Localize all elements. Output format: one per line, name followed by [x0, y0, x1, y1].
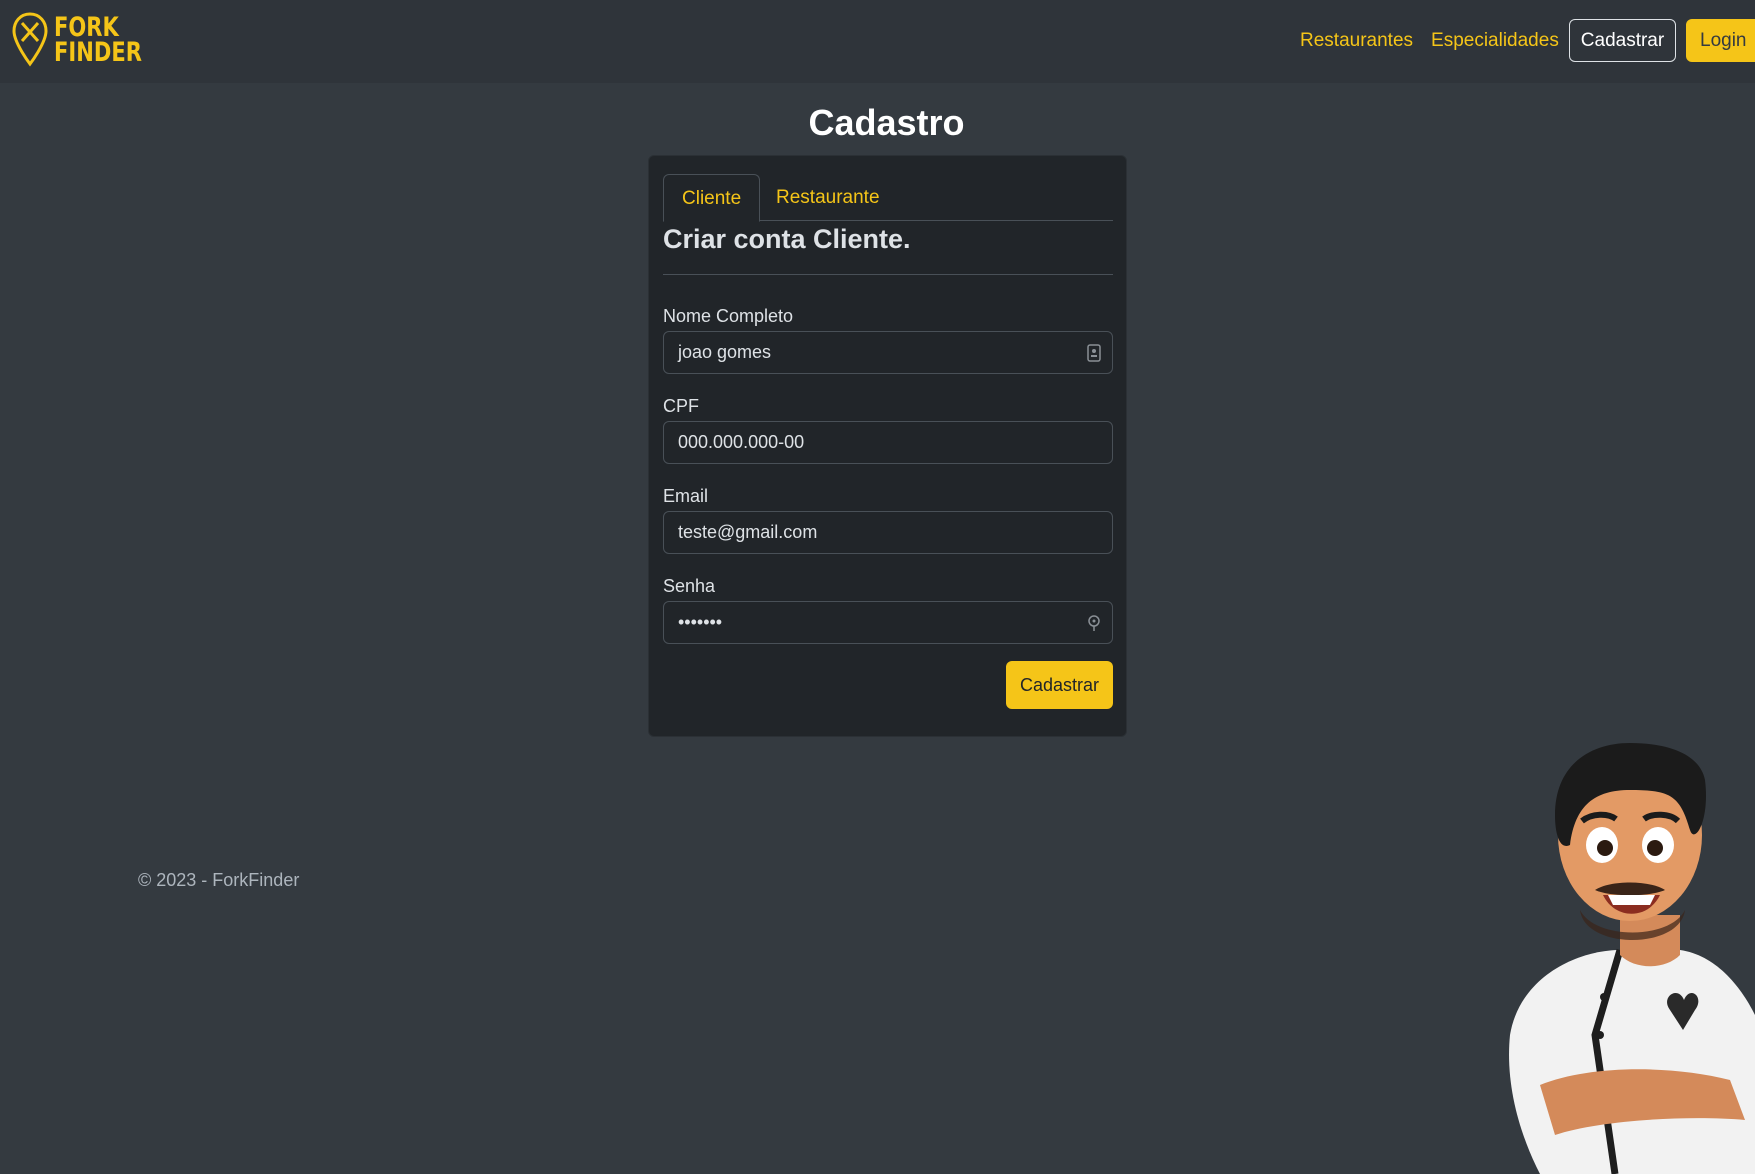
email-label: Email [663, 486, 709, 506]
location-pin-icon [12, 12, 48, 67]
email-value: teste@gmail.com [678, 522, 818, 542]
navbar: FORK FINDER Restaurantes Especialidades … [0, 0, 1755, 83]
divider [663, 274, 1113, 275]
password-value: ••••••• [678, 612, 723, 632]
submit-register-button[interactable]: Cadastrar [1006, 661, 1113, 709]
register-button[interactable]: Cadastrar [1569, 19, 1676, 62]
key-icon[interactable] [1086, 614, 1102, 632]
email-input[interactable]: teste@gmail.com [663, 511, 1113, 554]
full-name-input[interactable]: joao gomes [663, 331, 1113, 374]
contact-card-icon[interactable] [1086, 344, 1102, 362]
cpf-input[interactable]: 000.000.000-00 [663, 421, 1113, 464]
cpf-label: CPF [663, 396, 699, 416]
nav-link-restaurantes[interactable]: Restaurantes [1300, 30, 1413, 52]
login-button[interactable]: Login [1686, 19, 1755, 62]
password-label: Senha [663, 576, 716, 596]
password-input[interactable]: ••••••• [663, 601, 1113, 644]
tab-restaurante[interactable]: Restaurante [758, 174, 898, 221]
tab-cliente[interactable]: Cliente [663, 174, 761, 222]
nav-links: Restaurantes Especialidades [1300, 30, 1577, 52]
name-label: Nome Completo [663, 306, 794, 326]
chef-mascot-illustration [1509, 743, 1755, 1174]
account-type-tabs: Cliente Restaurante [663, 174, 1113, 222]
nav-link-especialidades[interactable]: Especialidades [1431, 30, 1559, 52]
brand-name: FORK FINDER [54, 12, 142, 68]
brand-logo[interactable]: FORK FINDER [12, 12, 167, 68]
footer-copyright: © 2023 - ForkFinder [138, 870, 300, 890]
full-name-value: joao gomes [678, 342, 772, 362]
page-title: Cadastro [808, 102, 965, 143]
signup-card: Cliente Restaurante Criar conta Cliente.… [648, 155, 1127, 737]
form-heading: Criar conta Cliente. [663, 224, 911, 254]
cpf-value: 000.000.000-00 [678, 432, 805, 452]
